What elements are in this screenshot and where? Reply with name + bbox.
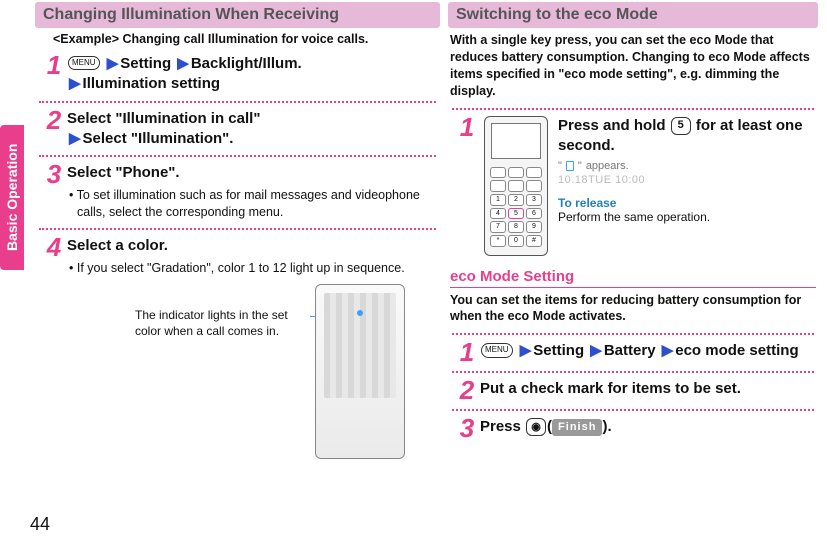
arrow-icon: ▶ — [520, 342, 532, 359]
divider — [452, 333, 814, 335]
nav-part: Setting — [120, 55, 171, 72]
arrow-icon: ▶ — [177, 55, 189, 72]
sub-step-3: 3 Press ◉(Finish). — [448, 415, 818, 441]
led-icon — [357, 310, 363, 316]
key-5-icon: 5 — [671, 117, 691, 135]
page-content: Changing Illumination When Receiving <Ex… — [0, 0, 827, 543]
step-title: MENU ▶Setting ▶Battery ▶eco mode setting — [480, 341, 818, 361]
header-changing-illumination: Changing Illumination When Receiving — [35, 2, 440, 28]
step-number: 3 — [41, 161, 67, 222]
step-number: 1 — [41, 52, 67, 95]
column-right: Switching to the eco Mode With a single … — [448, 0, 818, 543]
divider — [39, 155, 436, 157]
appears-text: appears. — [586, 160, 629, 172]
appears-line: "" appears. — [558, 160, 818, 172]
sub-step-1: 1 MENU ▶Setting ▶Battery ▶eco mode setti… — [448, 339, 818, 365]
left-step-3: 3 Select "Phone". • To set illumination … — [35, 161, 440, 222]
step-number: 1 — [454, 339, 480, 365]
title-part: . — [607, 418, 611, 435]
step-line: Select "Illumination in call" — [67, 110, 260, 127]
page-number: 44 — [30, 514, 50, 535]
arrow-icon: ▶ — [69, 130, 81, 147]
step-title: Select "Phone". — [67, 163, 440, 183]
step-title: Put a check mark for items to be set. — [480, 379, 818, 399]
divider — [39, 228, 436, 230]
header-eco-mode: Switching to the eco Mode — [448, 2, 818, 28]
step-title: Select "Illumination in call" ▶Select "I… — [67, 109, 440, 150]
step-title: Select a color. — [67, 236, 440, 256]
subheading-eco-mode-setting: eco Mode Setting — [450, 268, 816, 288]
menu-key-icon: MENU — [68, 56, 100, 71]
finish-label: Finish — [552, 419, 602, 436]
step-number: 4 — [41, 234, 67, 279]
example-line: <Example> Changing call Illumination for… — [53, 32, 440, 46]
menu-key-icon: MENU — [481, 343, 513, 358]
left-step-4: 4 Select a color. • If you select "Grada… — [35, 234, 440, 279]
left-step-1: 1 MENU ▶Setting ▶Backlight/Illum. ▶Illum… — [35, 52, 440, 95]
step-bullet: • If you select "Gradation", color 1 to … — [67, 260, 440, 276]
bullet-text: To set illumination such as for mail mes… — [77, 188, 420, 218]
camera-key-icon: ◉ — [526, 418, 546, 436]
step-line: Select "Illumination". — [83, 130, 234, 147]
phone-caption: The indicator lights in the set color wh… — [135, 308, 310, 339]
eco-intro: With a single key press, you can set the… — [450, 32, 816, 100]
divider — [452, 409, 814, 411]
phone-keypad-icon: 123 456 789 *0# — [490, 167, 542, 247]
step-title: MENU ▶Setting ▶Backlight/Illum. ▶Illumin… — [67, 54, 440, 95]
divider — [452, 108, 814, 110]
title-part: Press and hold — [558, 117, 670, 134]
to-release-label: To release — [558, 196, 818, 210]
nav-part: Backlight/Illum. — [191, 55, 302, 72]
step-number: 2 — [41, 107, 67, 150]
arrow-icon: ▶ — [107, 55, 119, 72]
arrow-icon: ▶ — [662, 342, 674, 359]
eco-setting-intro: You can set the items for reducing batte… — [450, 292, 816, 326]
side-tab-basic-operation: Basic Operation — [0, 125, 24, 270]
divider — [452, 371, 814, 373]
bullet-text: If you select "Gradation", color 1 to 12… — [77, 261, 405, 275]
step-bullet: • To set illumination such as for mail m… — [67, 187, 440, 220]
left-step-2: 2 Select "Illumination in call" ▶Select … — [35, 107, 440, 150]
eco-indicator-icon — [566, 161, 574, 171]
arrow-icon: ▶ — [69, 75, 81, 92]
phone-screen-icon — [491, 123, 541, 159]
right-step-1: 1 123 456 789 *0# Press and hold 5 f — [448, 114, 818, 256]
time-mock: 10.18TUE 10:00 — [558, 174, 818, 186]
step-number: 3 — [454, 415, 480, 441]
divider — [39, 101, 436, 103]
step-number: 1 — [454, 114, 480, 256]
phone-large-icon — [315, 284, 405, 459]
arrow-icon: ▶ — [590, 342, 602, 359]
nav-part: Battery — [604, 342, 656, 359]
nav-part: Illumination setting — [83, 75, 221, 92]
release-text: Perform the same operation. — [558, 210, 818, 226]
left-phone-illustration: The indicator lights in the set color wh… — [35, 284, 440, 474]
nav-part: Setting — [533, 342, 584, 359]
step-number: 2 — [454, 377, 480, 403]
step-title: Press and hold 5 for at least one second… — [558, 116, 818, 157]
nav-part: eco mode setting — [675, 342, 798, 359]
step-title: Press ◉(Finish). — [480, 417, 818, 437]
phone-small-icon: 123 456 789 *0# — [484, 116, 548, 256]
title-part: Press — [480, 418, 525, 435]
column-left: Changing Illumination When Receiving <Ex… — [35, 0, 440, 543]
sub-step-2: 2 Put a check mark for items to be set. — [448, 377, 818, 403]
